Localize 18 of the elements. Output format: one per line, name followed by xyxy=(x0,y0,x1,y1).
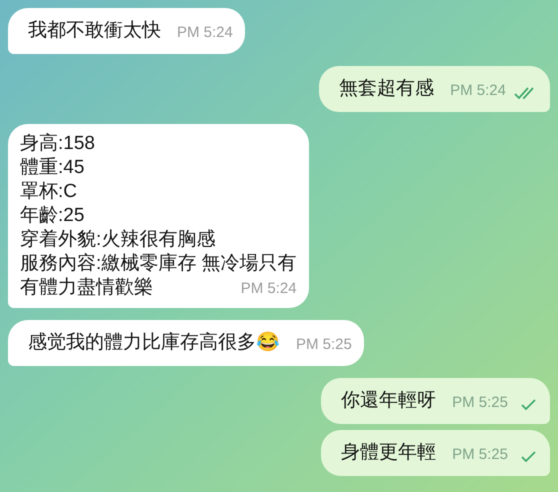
message-time: PM 5:25 xyxy=(296,335,352,355)
message-time: PM 5:25 xyxy=(452,445,508,465)
message-text: 無套超有感 xyxy=(338,77,434,101)
message-time: PM 5:24 xyxy=(177,23,233,43)
message-text: 身體更年輕 xyxy=(340,441,436,465)
message-time: PM 5:25 xyxy=(452,393,508,413)
message-text: 服務內容:繳械零庫存 無冷場只有 xyxy=(20,252,297,276)
message-text: 你還年輕呀 xyxy=(340,389,436,413)
message-text: 體重:45 xyxy=(20,156,84,180)
message-text: 年齡:25 xyxy=(20,204,84,228)
message-time: PM 5:24 xyxy=(240,278,297,298)
message-text: 我都不敢衝太快 xyxy=(27,19,161,43)
message-time: PM 5:24 xyxy=(450,81,506,101)
message-text: 有體力盡情歡樂 xyxy=(20,276,153,300)
message-text: 身高:158 xyxy=(20,132,95,156)
message-text: 穿着外貌:火辣很有胸感 xyxy=(20,228,216,252)
message-text: 罩杯:C xyxy=(20,180,77,204)
message-text: 感觉我的體力比庫存高很多😂 xyxy=(27,330,280,355)
